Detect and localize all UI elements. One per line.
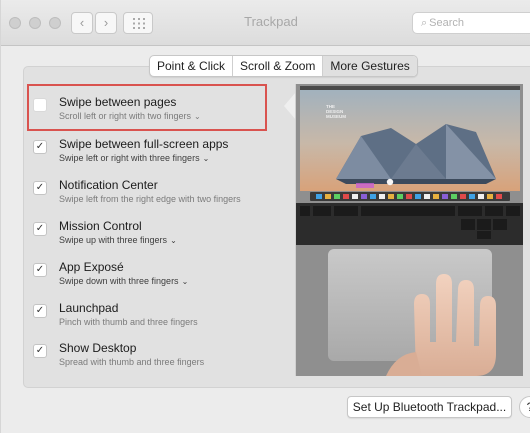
app-expose-checkbox[interactable]: ✓ bbox=[33, 263, 47, 277]
tab-more-gestures[interactable]: More Gestures bbox=[323, 56, 417, 76]
gesture-description-menu[interactable]: Swipe up with three fingers ⌄ bbox=[59, 235, 177, 245]
gesture-title: Launchpad bbox=[59, 301, 119, 315]
mission-control-checkbox[interactable]: ✓ bbox=[33, 222, 47, 236]
gesture-description: Spread with thumb and three fingers bbox=[59, 357, 205, 367]
search-icon: ⌕ bbox=[421, 17, 428, 29]
dock-icons bbox=[316, 194, 502, 199]
gesture-description: Swipe down with three fingers bbox=[59, 276, 179, 286]
minimize-window-button[interactable] bbox=[29, 17, 41, 29]
checkmark-icon: ✓ bbox=[35, 182, 45, 193]
swipe-full-screen-apps-checkbox[interactable]: ✓ bbox=[33, 140, 47, 154]
gesture-description: Scroll left or right with two fingers bbox=[59, 111, 192, 121]
swipe-between-pages-checkbox[interactable] bbox=[33, 98, 47, 112]
chevron-down-icon: ⌄ bbox=[170, 236, 177, 245]
gesture-description-menu[interactable]: Swipe left or right with three fingers ⌄ bbox=[59, 153, 209, 163]
tab-point-and-click[interactable]: Point & Click bbox=[150, 56, 234, 76]
gesture-description-menu[interactable]: Swipe down with three fingers ⌄ bbox=[59, 276, 188, 286]
gesture-title: Show Desktop bbox=[59, 341, 137, 355]
grid-icon bbox=[133, 18, 145, 29]
gesture-description: Swipe left or right with three fingers bbox=[59, 153, 200, 163]
tab-scroll-and-zoom[interactable]: Scroll & Zoom bbox=[233, 56, 324, 76]
chevron-down-icon: ⌄ bbox=[202, 154, 210, 163]
preferences-window: ‹ › Trackpad ⌕ Search Point & Click Scrol… bbox=[0, 0, 530, 433]
checkmark-icon: ✓ bbox=[35, 141, 45, 152]
gesture-preview-illustration: THEDESIGNMUSEUM bbox=[296, 84, 523, 376]
show-all-button[interactable] bbox=[123, 12, 153, 34]
chevron-down-icon: ⌄ bbox=[181, 277, 189, 286]
gesture-description-menu[interactable]: Scroll left or right with two fingers ⌄ bbox=[59, 111, 201, 121]
launchpad-checkbox[interactable]: ✓ bbox=[33, 304, 47, 318]
close-window-button[interactable] bbox=[9, 17, 21, 29]
gesture-preview: THE DESIGN MUSEUM bbox=[295, 84, 523, 376]
gesture-title: App Exposé bbox=[59, 260, 124, 274]
search-field[interactable]: ⌕ Search bbox=[412, 12, 530, 34]
title-bar: ‹ › Trackpad ⌕ Search bbox=[1, 0, 530, 46]
chevron-right-icon: › bbox=[103, 15, 109, 30]
gesture-title: Mission Control bbox=[59, 219, 142, 233]
checkmark-icon: ✓ bbox=[35, 305, 45, 316]
checkmark-icon: ✓ bbox=[35, 264, 45, 275]
gesture-title: Notification Center bbox=[59, 178, 158, 192]
notification-center-checkbox[interactable]: ✓ bbox=[33, 181, 47, 195]
checkmark-icon: ✓ bbox=[35, 345, 45, 356]
chevron-left-icon: ‹ bbox=[79, 15, 85, 30]
show-desktop-checkbox[interactable]: ✓ bbox=[33, 344, 47, 358]
gesture-description: Swipe up with three fingers bbox=[59, 235, 168, 245]
chevron-down-icon: ⌄ bbox=[194, 112, 201, 121]
back-button[interactable]: ‹ bbox=[71, 12, 93, 34]
gesture-description: Pinch with thumb and three fingers bbox=[59, 317, 198, 327]
svg-text:MUSEUM: MUSEUM bbox=[326, 114, 346, 119]
help-button[interactable]: ? bbox=[519, 396, 530, 418]
setup-bluetooth-trackpad-button[interactable]: Set Up Bluetooth Trackpad... bbox=[347, 396, 512, 418]
forward-button[interactable]: › bbox=[95, 12, 117, 34]
zoom-window-button[interactable] bbox=[49, 17, 61, 29]
gesture-description: Swipe left from the right edge with two … bbox=[59, 194, 241, 204]
gesture-title: Swipe between pages bbox=[59, 95, 177, 109]
gesture-title: Swipe between full-screen apps bbox=[59, 137, 229, 151]
window-title: Trackpad bbox=[244, 14, 298, 29]
tab-bar: Point & Click Scroll & Zoom More Gesture… bbox=[149, 55, 418, 77]
search-placeholder: Search bbox=[429, 17, 465, 29]
checkmark-icon: ✓ bbox=[35, 223, 45, 234]
